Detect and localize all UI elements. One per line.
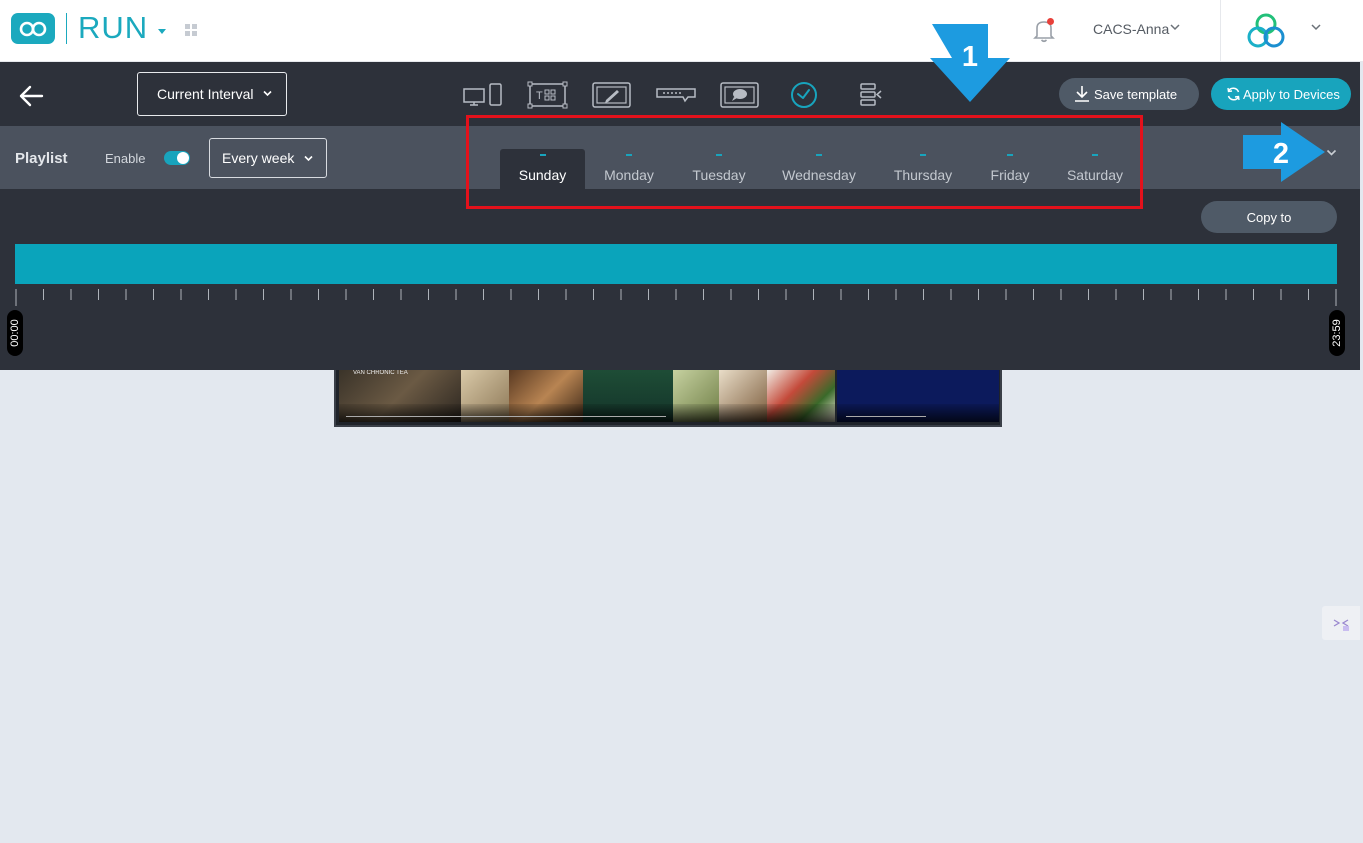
chevron-down-icon[interactable] — [1310, 21, 1322, 33]
chevron-down-icon[interactable] — [1169, 21, 1181, 33]
layout-preview[interactable]: VAN CHRONIC TEA — [334, 370, 1002, 427]
preview-video-controls — [339, 404, 835, 422]
back-arrow-icon[interactable] — [18, 84, 44, 108]
timeline-bar[interactable] — [15, 244, 1337, 284]
preview-title: VAN CHRONIC TEA — [353, 370, 408, 376]
collapse-chevron-icon[interactable] — [1325, 146, 1338, 159]
repeat-dropdown[interactable]: Every week — [209, 138, 327, 178]
preview-side-controls — [837, 404, 999, 422]
app-logo[interactable] — [11, 13, 55, 44]
top-bar: RUN CACS-Anna — [0, 0, 1363, 62]
apps-grid-icon[interactable] — [185, 24, 197, 36]
annotation-arrow-1: 1 — [930, 24, 1010, 102]
download-icon — [1075, 86, 1089, 102]
interval-label: Current Interval — [157, 86, 254, 102]
enable-toggle[interactable] — [164, 151, 190, 165]
tool-text-widget[interactable]: T — [527, 78, 569, 112]
save-template-label: Save template — [1094, 86, 1178, 102]
tool-display-devices[interactable] — [462, 78, 504, 112]
copy-to-button[interactable]: Copy to — [1201, 201, 1337, 233]
timeline-ruler — [15, 289, 1337, 306]
timeline-area: Copy to 00:00 23:59 — [0, 189, 1360, 370]
timeline-end-handle[interactable]: 23:59 — [1329, 310, 1345, 356]
user-name[interactable]: CACS-Anna — [1093, 21, 1169, 37]
tool-ticker[interactable] — [655, 78, 697, 112]
day-tabs-highlight — [466, 115, 1143, 209]
ticker-icon — [656, 88, 696, 103]
svg-text:T: T — [536, 90, 543, 102]
message-icon — [720, 82, 759, 108]
arrow-2-label: 2 — [1273, 138, 1289, 170]
save-template-button[interactable]: Save template — [1059, 78, 1199, 110]
apply-to-devices-button[interactable]: Apply to Devices — [1211, 78, 1351, 110]
apply-to-devices-label: Apply to Devices — [1243, 86, 1340, 102]
tool-draw[interactable] — [591, 78, 633, 112]
brand-caret-icon[interactable] — [158, 29, 166, 34]
end-time: 23:59 — [1331, 319, 1343, 347]
organization-logo-icon[interactable] — [1245, 12, 1287, 50]
chat-widget-tab[interactable] — [1322, 606, 1360, 640]
interval-dropdown[interactable]: Current Interval — [137, 72, 287, 116]
draw-icon — [592, 82, 631, 108]
annotation-arrow-2: 2 — [1243, 122, 1325, 182]
toggle-knob — [177, 152, 189, 164]
infinity-icon — [19, 21, 47, 36]
display-devices-icon — [463, 83, 502, 106]
arrow-1-label: 1 — [962, 41, 978, 73]
chevron-down-icon — [263, 90, 272, 97]
tool-align[interactable] — [847, 78, 889, 112]
repeat-label: Every week — [222, 150, 295, 166]
clock-icon — [791, 82, 817, 108]
tool-message[interactable] — [719, 78, 761, 112]
sync-icon — [1227, 87, 1240, 101]
notification-bell-icon[interactable] — [1033, 17, 1055, 43]
logo-divider — [66, 13, 67, 44]
chevron-down-icon — [304, 155, 313, 162]
timeline-start-handle[interactable]: 00:00 — [7, 310, 23, 356]
collapse-arrows-icon — [1333, 619, 1349, 631]
enable-label: Enable — [105, 151, 146, 166]
start-time: 00:00 — [9, 319, 21, 347]
text-widget-icon: T — [527, 81, 568, 109]
align-icon — [860, 83, 882, 106]
playlist-label: Playlist — [15, 150, 68, 167]
preview-side-progress — [846, 416, 926, 417]
app-brand[interactable]: RUN — [78, 10, 148, 46]
preview-progress — [346, 416, 666, 417]
top-divider — [1220, 0, 1221, 62]
tool-clock[interactable] — [783, 78, 825, 112]
